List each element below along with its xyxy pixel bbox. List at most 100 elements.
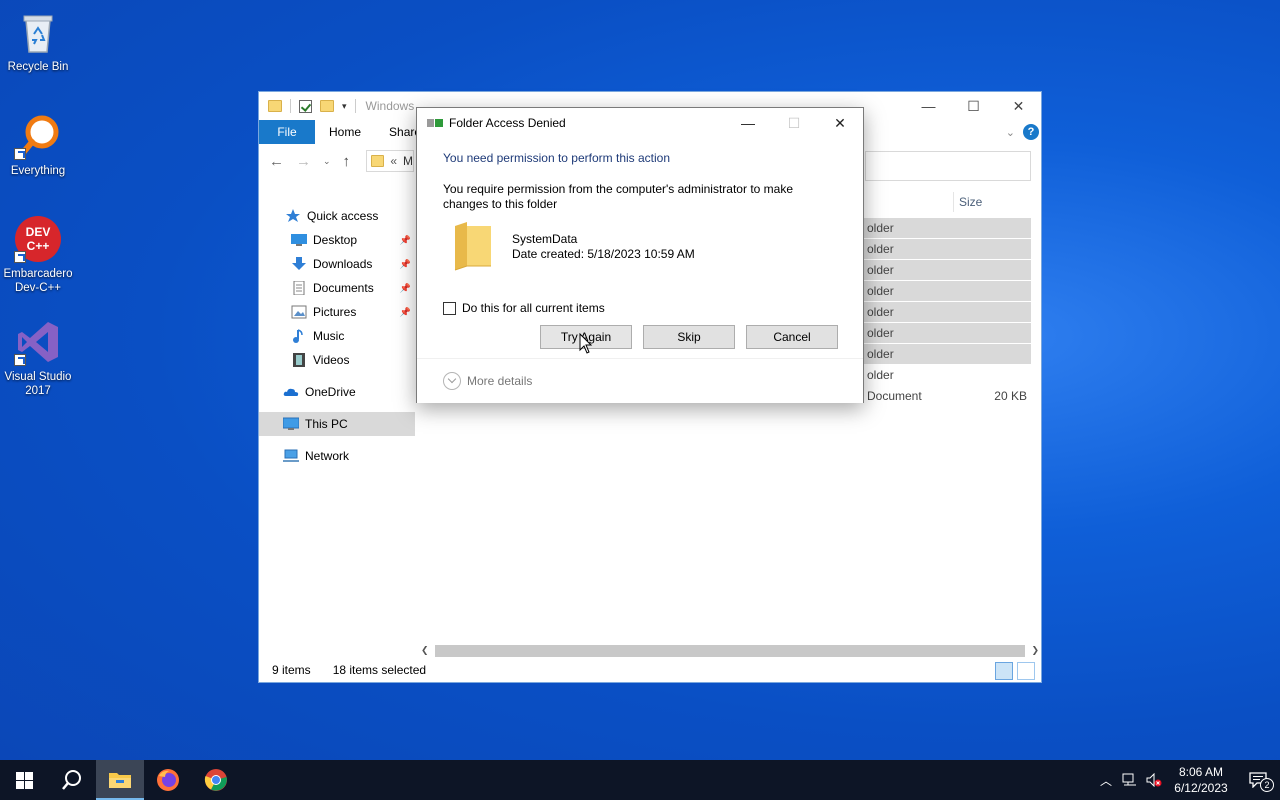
horizontal-scrollbar[interactable]: ❮ ❯ xyxy=(421,642,1039,659)
desktop-icon-devcpp[interactable]: DEV C++ Embarcadero Dev-C++ xyxy=(0,215,76,295)
sidebar-item-onedrive[interactable]: OneDrive xyxy=(259,380,415,404)
apply-to-all-checkbox-row[interactable]: Do this for all current items xyxy=(443,301,605,315)
status-item-count: 9 items xyxy=(272,663,311,677)
folder-access-denied-dialog: Folder Access Denied — ☐ ✕ You need perm… xyxy=(416,107,864,403)
sidebar-item-pictures[interactable]: Pictures 📌 xyxy=(259,300,415,324)
close-button[interactable]: ✕ xyxy=(817,108,863,138)
address-bar[interactable]: « M xyxy=(366,150,414,172)
sidebar-item-label: Network xyxy=(305,449,350,463)
expand-chevron-icon xyxy=(443,372,461,390)
search-button[interactable] xyxy=(48,760,96,800)
sidebar-item-label: Downloads xyxy=(313,257,373,271)
row-type: older xyxy=(867,284,894,298)
more-details-toggle[interactable]: More details xyxy=(417,358,863,403)
devcpp-icon: DEV C++ xyxy=(14,215,62,263)
navigation-pane: Quick access Desktop 📌 Downloads 📌 Docum… xyxy=(259,204,415,468)
sidebar-item-documents[interactable]: Documents 📌 xyxy=(259,276,415,300)
help-icon[interactable]: ? xyxy=(1023,124,1039,140)
tab-file[interactable]: File xyxy=(259,120,315,144)
taskbar-firefox[interactable] xyxy=(144,760,192,800)
minimize-button[interactable]: — xyxy=(725,108,771,138)
new-folder-icon[interactable] xyxy=(320,100,334,112)
sidebar-item-music[interactable]: Music xyxy=(259,324,415,348)
back-arrow-icon[interactable]: ← xyxy=(269,153,284,170)
scrollbar-thumb[interactable] xyxy=(434,644,1026,657)
sidebar-item-label: Videos xyxy=(313,353,350,367)
address-overflow-chevron[interactable]: « xyxy=(390,154,397,168)
forward-arrow-icon[interactable]: → xyxy=(296,153,311,170)
notification-count-badge: 2 xyxy=(1260,778,1274,792)
show-hidden-icons-chevron-icon[interactable]: ︿ xyxy=(1094,772,1118,789)
maximize-button[interactable]: ☐ xyxy=(951,92,996,120)
table-row[interactable]: older xyxy=(863,365,1031,386)
minimize-button[interactable]: — xyxy=(906,92,951,120)
search-input[interactable] xyxy=(865,151,1031,181)
sidebar-item-quick-access[interactable]: Quick access xyxy=(259,204,415,228)
view-toggle xyxy=(995,662,1035,680)
system-tray: ︿ 8:06 AM 6/12/2023 2 xyxy=(1094,760,1280,800)
star-icon xyxy=(285,209,301,223)
status-selected-count: 18 items selected xyxy=(332,663,427,677)
details-view-icon[interactable] xyxy=(995,662,1013,680)
customize-toolbar-chevron-icon[interactable]: ▾ xyxy=(342,101,347,112)
sidebar-item-videos[interactable]: Videos xyxy=(259,348,415,372)
desktop-icon-everything[interactable]: Everything xyxy=(0,112,76,178)
close-button[interactable]: ✕ xyxy=(996,92,1041,120)
scroll-right-icon[interactable]: ❯ xyxy=(1031,645,1039,656)
dialog-title: Folder Access Denied xyxy=(449,116,566,130)
sidebar-item-this-pc[interactable]: This PC xyxy=(259,412,415,436)
expand-ribbon-chevron-icon[interactable]: ⌄ xyxy=(1006,120,1023,144)
recent-locations-chevron-icon[interactable]: ⌄ xyxy=(323,156,331,167)
large-icons-view-icon[interactable] xyxy=(1017,662,1035,680)
file-list: older older older older older older olde… xyxy=(863,218,1031,407)
skip-button[interactable]: Skip xyxy=(643,325,735,349)
taskbar-chrome[interactable] xyxy=(192,760,240,800)
desktop-icon xyxy=(291,233,307,247)
taskbar-file-explorer[interactable] xyxy=(96,760,144,800)
videos-icon xyxy=(291,353,307,367)
shortcut-arrow-icon xyxy=(14,148,26,160)
start-button[interactable] xyxy=(0,760,48,800)
action-center-button[interactable]: 2 xyxy=(1236,772,1280,792)
folder-info: SystemData Date created: 5/18/2023 10:59… xyxy=(512,232,695,262)
up-arrow-icon[interactable]: ↑ xyxy=(343,153,351,170)
recycle-bin-icon xyxy=(14,8,62,56)
music-icon xyxy=(291,329,307,343)
dialog-message: You require permission from the computer… xyxy=(443,182,793,211)
table-row[interactable]: older xyxy=(863,344,1031,365)
tab-home[interactable]: Home xyxy=(315,120,375,144)
table-row[interactable]: older xyxy=(863,302,1031,323)
table-row[interactable]: older xyxy=(863,218,1031,239)
table-row[interactable]: Document 20 KB xyxy=(863,386,1031,407)
sidebar-item-network[interactable]: Network xyxy=(259,444,415,468)
sidebar-item-label: Desktop xyxy=(313,233,358,247)
table-row[interactable]: older xyxy=(863,323,1031,344)
desktop-icon-visual-studio[interactable]: Visual Studio 2017 xyxy=(0,318,76,398)
clock-time: 8:06 AM xyxy=(1178,765,1224,779)
cancel-button[interactable]: Cancel xyxy=(746,325,838,349)
sidebar-item-label: Documents xyxy=(313,281,374,295)
table-row[interactable]: older xyxy=(863,239,1031,260)
row-type: older xyxy=(867,305,894,319)
sidebar-item-desktop[interactable]: Desktop 📌 xyxy=(259,228,415,252)
scroll-left-icon[interactable]: ❮ xyxy=(421,645,429,656)
folder-icon xyxy=(371,155,385,167)
properties-icon[interactable] xyxy=(299,99,312,113)
pin-icon: 📌 xyxy=(399,258,411,269)
sidebar-item-downloads[interactable]: Downloads 📌 xyxy=(259,252,415,276)
table-row[interactable]: older xyxy=(863,281,1031,302)
shortcut-arrow-icon xyxy=(14,251,26,263)
sidebar-item-label: Quick access xyxy=(307,209,379,223)
file-move-icon xyxy=(427,117,443,129)
table-row[interactable]: older xyxy=(863,260,1031,281)
dialog-titlebar[interactable]: Folder Access Denied — ☐ ✕ xyxy=(417,108,863,138)
pin-icon: 📌 xyxy=(399,234,411,245)
column-header-size[interactable]: Size xyxy=(953,192,1029,212)
desktop-icon-recycle-bin[interactable]: Recycle Bin xyxy=(0,8,76,74)
volume-muted-icon[interactable] xyxy=(1142,773,1166,787)
network-status-icon[interactable] xyxy=(1118,773,1142,787)
folder-name: SystemData xyxy=(512,232,578,246)
clock[interactable]: 8:06 AM 6/12/2023 xyxy=(1166,764,1236,796)
apply-to-all-checkbox[interactable] xyxy=(443,301,456,315)
this-pc-icon xyxy=(282,417,300,431)
